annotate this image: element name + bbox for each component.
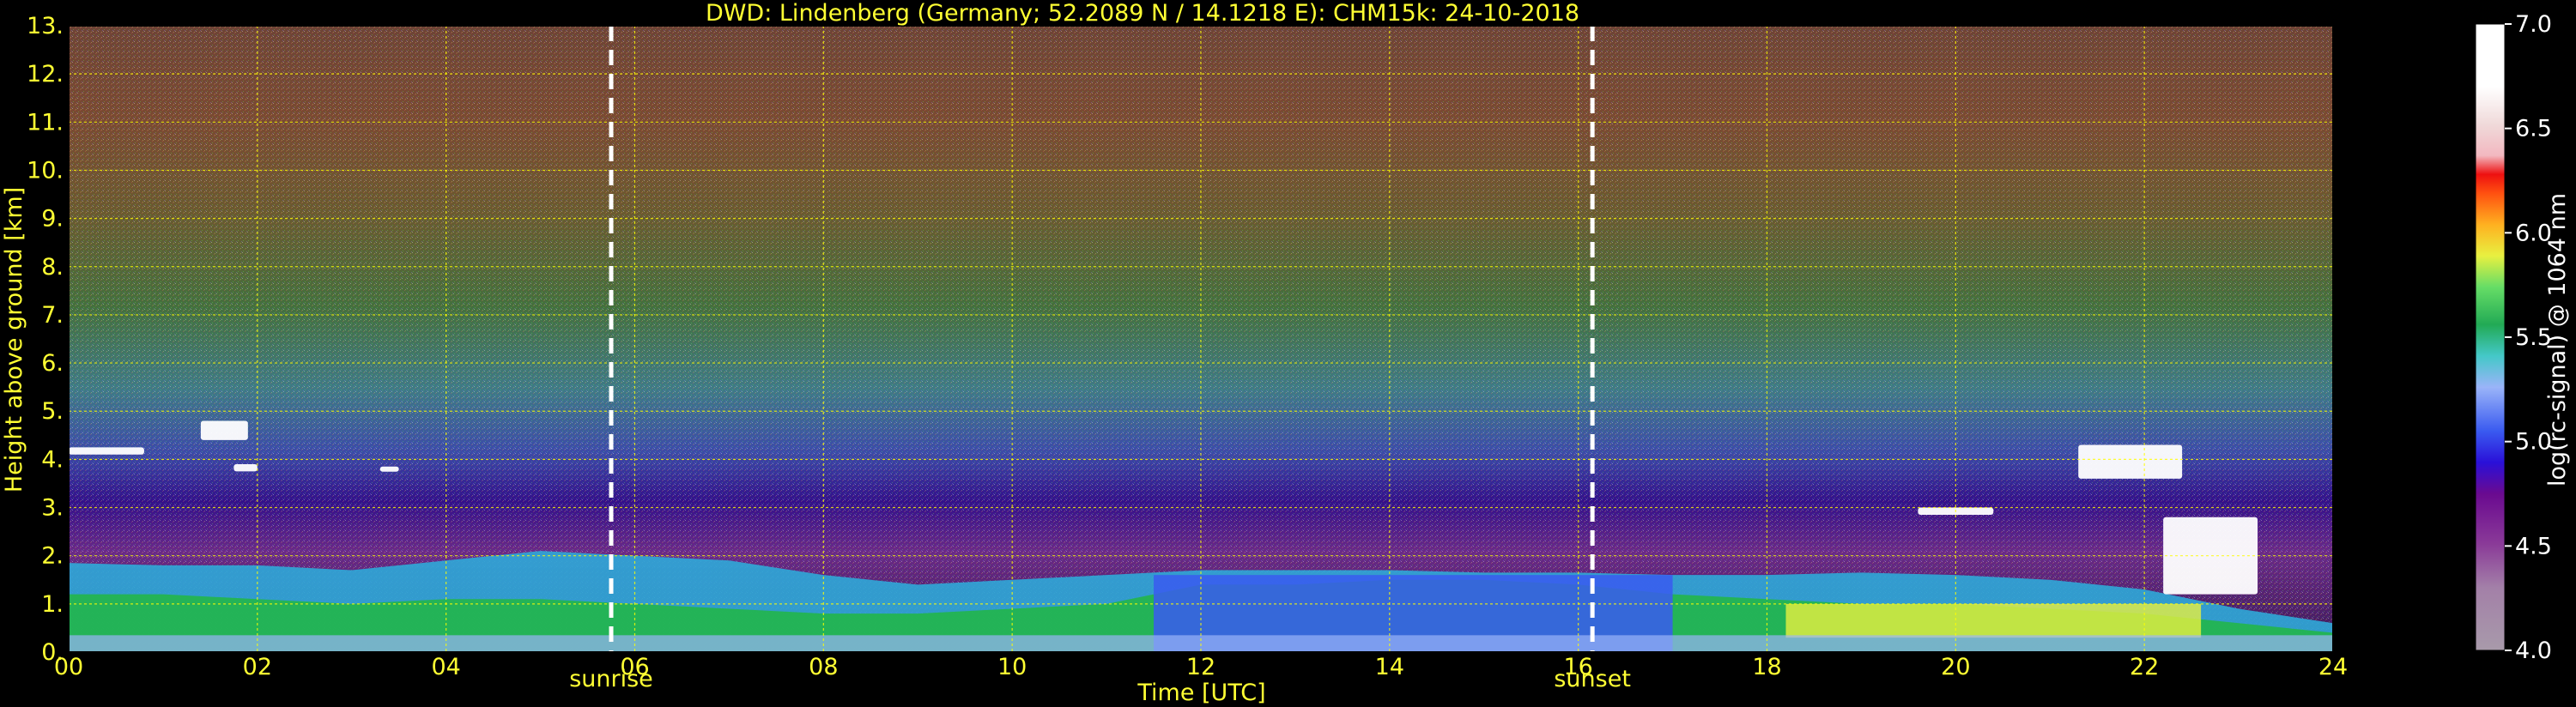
y-tick-label: 1. [41, 591, 64, 618]
x-tick-label: 08 [809, 654, 838, 680]
y-tick-label: 7. [41, 302, 64, 329]
x-tick-label: 14 [1375, 654, 1404, 680]
x-tick-label: 22 [2130, 654, 2159, 680]
y-tick-label: 0. [41, 639, 64, 666]
x-tick-label: 04 [431, 654, 460, 680]
x-axis-label: Time [UTC] [1136, 680, 1265, 706]
y-tick-label: 5. [41, 398, 64, 425]
y-tick-label: 10. [27, 157, 64, 184]
cloud-segment [200, 420, 248, 440]
evening-aerosol [1785, 603, 2202, 638]
x-tick-label: 16 [1563, 654, 1592, 680]
colorbar [2475, 23, 2506, 651]
y-tick-label: 2. [41, 543, 64, 570]
x-tick-label: 06 [620, 654, 649, 680]
y-tick-label: 9. [41, 206, 64, 233]
colorbar-tick-label: 7.0 [2515, 11, 2552, 38]
y-tick-label: 4. [41, 446, 64, 473]
y-tick-label: 8. [41, 254, 64, 281]
ceilometer-chart: sunrise sunset 00 02 04 06 08 10 12 14 16 18 20 22 24… [1, 0, 2571, 706]
y-axis-label: Height above ground [km] [1, 187, 27, 492]
x-tick-label: 20 [1941, 654, 1970, 680]
cloud-segment [2078, 444, 2183, 479]
x-tick-label: 12 [1186, 654, 1215, 680]
colorbar-tick-label: 6.5 [2515, 116, 2552, 142]
x-tick-label: 10 [997, 654, 1027, 680]
cloud-segment [233, 464, 258, 472]
x-tick-label: 24 [2318, 654, 2348, 680]
chart-title: DWD: Lindenberg (Germany; 52.2089 N / 14… [706, 0, 1579, 27]
cloud-segment [379, 466, 399, 472]
y-tick-label: 12. [27, 61, 64, 88]
colorbar-label: log(rc-signal) @ 1064 nm [2544, 193, 2571, 486]
y-tick-label: 11. [27, 109, 64, 136]
y-tick-label: 6. [41, 350, 64, 377]
colorbar-tick-label: 4.0 [2515, 638, 2552, 664]
y-tick-label: 13. [27, 13, 64, 39]
colorbar-tick-label: 4.5 [2515, 533, 2552, 559]
x-tick-label: 18 [1752, 654, 1781, 680]
x-tick-label: 02 [243, 654, 272, 680]
y-tick-label: 3. [41, 495, 64, 522]
cloud-segment [69, 447, 144, 455]
